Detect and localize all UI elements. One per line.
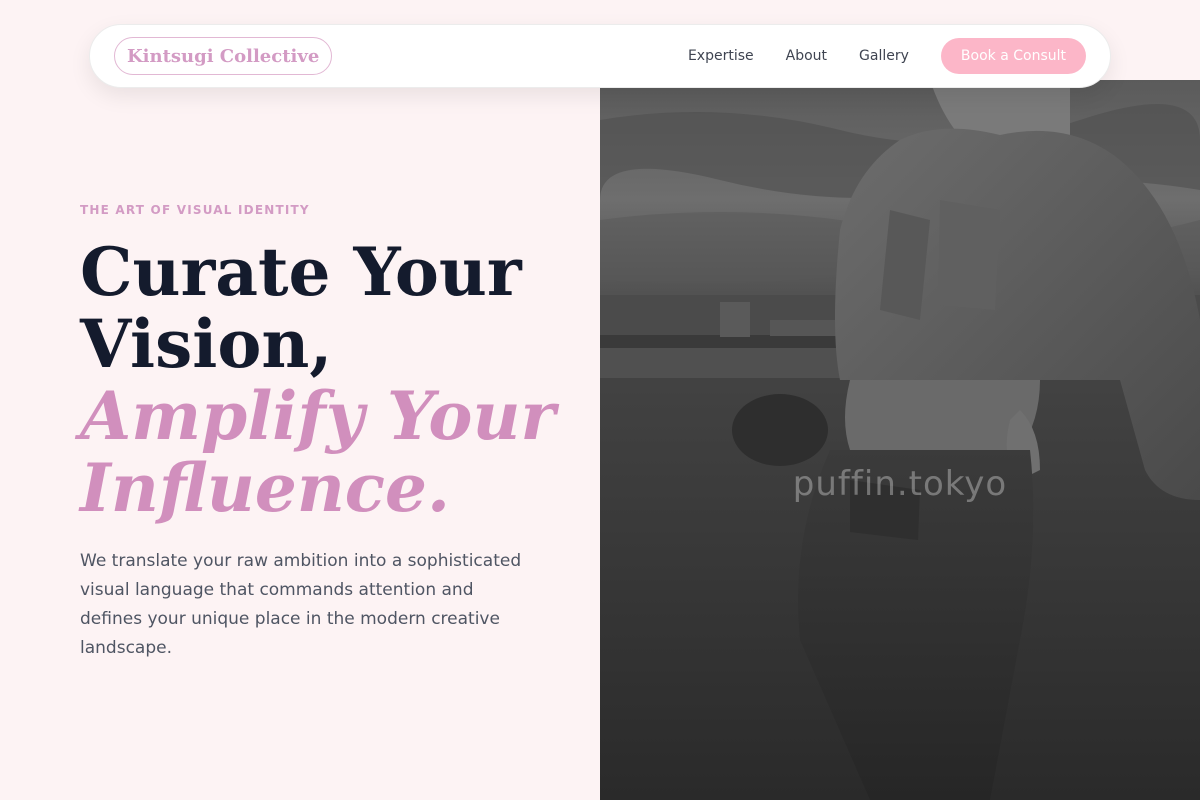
nav-links: Expertise About Gallery Book a Consult bbox=[688, 38, 1086, 74]
headline-line-1: Curate Your bbox=[80, 233, 522, 311]
hero-headline: Curate Your Vision, Amplify Your Influen… bbox=[80, 236, 580, 524]
hero-photo-illustration bbox=[600, 80, 1200, 800]
book-consult-button[interactable]: Book a Consult bbox=[940, 38, 1086, 74]
headline-line-2: Vision, bbox=[80, 305, 333, 383]
nav-link-gallery[interactable]: Gallery bbox=[859, 48, 909, 64]
hero-description: We translate your raw ambition into a so… bbox=[80, 551, 522, 658]
brand-logo[interactable]: Kintsugi Collective bbox=[114, 37, 333, 75]
nav-link-about[interactable]: About bbox=[786, 48, 827, 64]
hero-eyebrow: THE ART OF VISUAL IDENTITY bbox=[80, 203, 310, 217]
navbar: Kintsugi Collective Expertise About Gall… bbox=[89, 24, 1111, 88]
nav-link-expertise[interactable]: Expertise bbox=[688, 48, 754, 64]
headline-accent-line-2: Influence. bbox=[80, 449, 450, 527]
hero-image: puffin.tokyo bbox=[600, 80, 1200, 800]
headline-accent-line-1: Amplify Your bbox=[80, 377, 556, 455]
image-watermark: puffin.tokyo bbox=[792, 464, 1008, 504]
